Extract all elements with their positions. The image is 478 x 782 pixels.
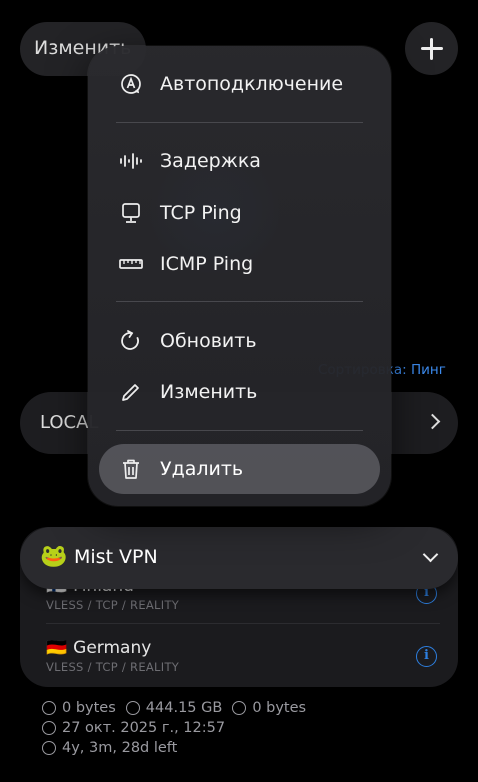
subscription-name: Mist VPN [74, 546, 158, 568]
expiry-icon [42, 741, 56, 755]
context-menu: Автоподключение Задержка TCP Ping ICMP P… [88, 46, 391, 506]
server-protocol: VLESS / TCP / REALITY [46, 598, 180, 612]
server-row-germany[interactable]: 🇩🇪 Germany VLESS / TCP / REALITY [46, 638, 426, 674]
chevron-down-icon [422, 546, 439, 563]
subscription-stats: 0 bytes 444.15 GB 0 bytes 27 окт. 2025 г… [42, 698, 306, 758]
subscription-header[interactable]: 🐸 Mist VPN [20, 527, 458, 589]
frog-emoji-icon: 🐸 [40, 544, 68, 569]
menu-item-latency[interactable]: Задержка [99, 136, 380, 186]
divider [46, 623, 440, 624]
ruler-icon [119, 259, 143, 269]
download-icon [125, 701, 140, 715]
updated-value: 27 окт. 2025 г., 12:57 [62, 720, 226, 736]
refresh-icon [121, 330, 139, 350]
chevron-right-icon [424, 413, 441, 430]
upload-icon [42, 701, 56, 715]
menu-item-edit[interactable]: Изменить [99, 367, 380, 417]
total-value: 0 bytes [252, 700, 307, 716]
flag-icon: 🇩🇪 [46, 638, 68, 658]
menu-separator [116, 122, 363, 123]
server-name: Germany [73, 638, 152, 658]
latency-waveform-icon [120, 153, 142, 169]
menu-item-refresh[interactable]: Обновить [99, 316, 380, 366]
pencil-icon [122, 384, 139, 401]
menu-item-tcp-ping[interactable]: TCP Ping [99, 188, 380, 238]
monitor-icon [122, 203, 140, 223]
expires-value: 4y, 3m, 28d left [62, 740, 178, 756]
menu-item-label: ICMP Ping [160, 253, 254, 275]
menu-item-label: Изменить [160, 381, 258, 403]
total-traffic-icon [232, 701, 247, 715]
server-protocol: VLESS / TCP / REALITY [46, 660, 180, 674]
trash-icon [123, 459, 139, 479]
menu-item-label: TCP Ping [160, 202, 242, 224]
menu-separator [116, 301, 363, 302]
menu-item-delete[interactable]: Удалить [99, 444, 380, 494]
download-value: 444.15 GB [145, 700, 223, 716]
menu-item-label: Автоподключение [160, 73, 344, 95]
info-icon[interactable]: i [416, 646, 437, 667]
menu-item-label: Обновить [160, 330, 257, 352]
auto-connect-icon [121, 74, 141, 94]
clock-icon [42, 721, 56, 735]
add-button[interactable] [405, 22, 458, 75]
menu-item-autoconnect[interactable]: Автоподключение [99, 59, 380, 109]
upload-value: 0 bytes [62, 700, 116, 716]
status-bar [0, 0, 478, 6]
menu-item-label: Задержка [160, 150, 261, 172]
menu-separator [116, 430, 363, 431]
menu-item-icmp-ping[interactable]: ICMP Ping [99, 239, 380, 289]
menu-item-label: Удалить [160, 458, 244, 480]
